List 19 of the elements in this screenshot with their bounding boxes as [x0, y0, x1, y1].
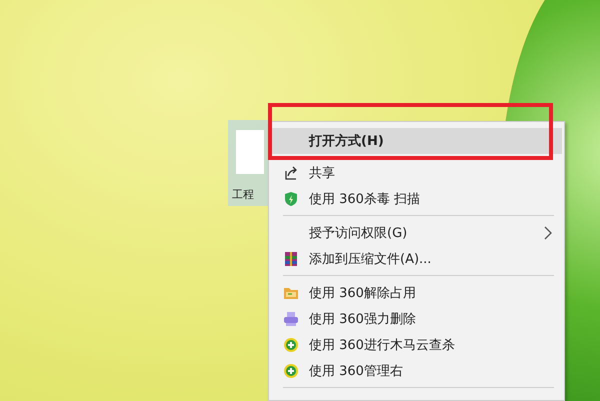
file-icon — [236, 130, 264, 174]
shield-icon — [283, 191, 299, 207]
menu-item[interactable]: 使用 360管理右 — [271, 358, 562, 384]
menu-item[interactable]: 使用 360进行木马云查杀 — [271, 332, 562, 358]
share-icon — [283, 165, 299, 181]
menu-item[interactable]: 授予访问权限(G) — [271, 220, 562, 246]
menu-item[interactable]: 打开方式(H) — [271, 128, 562, 154]
plus-circle-icon — [283, 363, 299, 379]
chevron-right-icon — [544, 226, 552, 240]
menu-item[interactable]: 使用 360解除占用 — [271, 280, 562, 306]
archive-icon — [283, 251, 299, 267]
menu-item[interactable]: 使用 360强力删除 — [271, 306, 562, 332]
menu-item[interactable]: 添加到压缩文件(A)... — [271, 246, 562, 272]
menu-item[interactable]: 共享 — [271, 160, 562, 186]
plus-circle-icon — [283, 337, 299, 353]
shredder-icon — [283, 311, 299, 327]
folder-icon — [283, 285, 299, 301]
file-label: 工程 — [232, 188, 254, 201]
menu-item[interactable]: 使用 360杀毒 扫描 — [271, 186, 562, 212]
